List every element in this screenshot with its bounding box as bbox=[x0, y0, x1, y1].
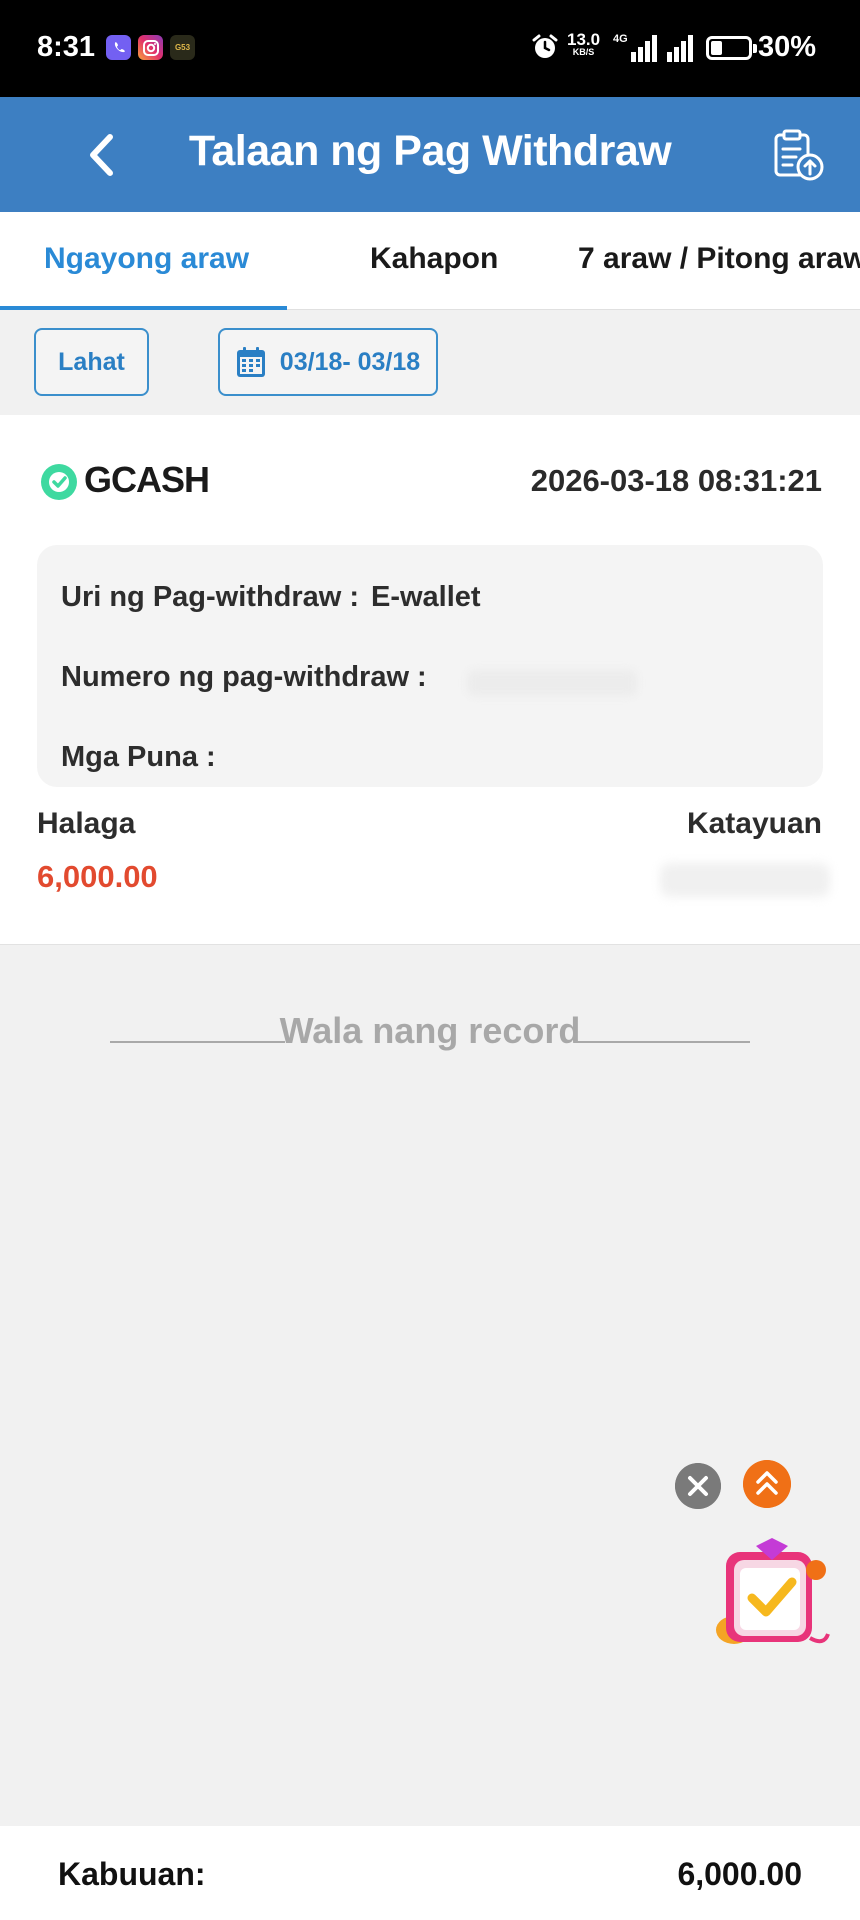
total-footer: Kabuuan: 6,000.00 bbox=[0, 1826, 860, 1920]
close-icon[interactable] bbox=[675, 1463, 721, 1509]
battery-icon bbox=[706, 36, 757, 60]
withdraw-type-row: Uri ng Pag-withdraw : E-wallet bbox=[61, 581, 481, 614]
status-bar: 8:31 G53 13.0 KB/S 4G 30% bbox=[0, 0, 860, 97]
alarm-icon bbox=[532, 34, 558, 58]
amount-value: 6,000.00 bbox=[37, 859, 158, 894]
withdraw-record: GCASH 2026-03-18 08:31:21 Uri ng Pag-wit… bbox=[0, 415, 860, 945]
viber-icon bbox=[106, 35, 131, 60]
status-time: 8:31 bbox=[37, 31, 96, 63]
calendar-icon bbox=[236, 347, 265, 377]
total-value: 6,000.00 bbox=[677, 1856, 802, 1892]
app-header: Talaan ng Pag Withdraw bbox=[0, 97, 860, 212]
page-title: Talaan ng Pag Withdraw bbox=[188, 127, 672, 175]
remarks-row: Mga Puna : bbox=[61, 741, 216, 774]
date-tabs: Ngayong araw Kahapon 7 araw / Pitong ara… bbox=[0, 212, 860, 310]
tab-yesterday[interactable]: Kahapon bbox=[370, 242, 498, 276]
date-range-text: 03/18- 03/18 bbox=[279, 347, 421, 376]
clipboard-upload-icon[interactable] bbox=[770, 127, 828, 185]
status-value-redacted bbox=[660, 863, 830, 897]
withdraw-number-label: Numero ng pag-withdraw : bbox=[61, 661, 427, 693]
withdraw-type-value: E-wallet bbox=[371, 581, 481, 613]
tab-today[interactable]: Ngayong araw bbox=[44, 242, 249, 276]
record-datetime: 2026-03-18 08:31:21 bbox=[530, 463, 822, 498]
filter-all-button[interactable]: Lahat bbox=[34, 328, 149, 396]
instagram-icon bbox=[138, 35, 163, 60]
signal-icon bbox=[631, 35, 657, 62]
withdraw-type-label: Uri ng Pag-withdraw : bbox=[61, 581, 360, 613]
amount-label: Halaga bbox=[37, 807, 136, 840]
withdraw-number-redacted bbox=[467, 670, 637, 696]
daily-checkin-gift-icon[interactable] bbox=[712, 1538, 832, 1656]
filter-bar: Lahat 03/18- 03/18 bbox=[0, 310, 860, 415]
date-range-button[interactable]: 03/18- 03/18 bbox=[218, 328, 438, 396]
remarks-label: Mga Puna : bbox=[61, 741, 216, 773]
total-label: Kabuuan: bbox=[58, 1856, 206, 1892]
withdraw-number-row: Numero ng pag-withdraw : bbox=[61, 661, 427, 694]
battery-level bbox=[711, 41, 722, 55]
tab-seven-days[interactable]: 7 araw / Pitong araw bbox=[578, 242, 860, 276]
record-details: Uri ng Pag-withdraw : E-wallet Numero ng… bbox=[37, 545, 823, 787]
scroll-to-top-icon[interactable] bbox=[743, 1460, 791, 1508]
payment-method: GCASH bbox=[84, 459, 210, 500]
net-speed: 13.0 KB/S bbox=[567, 31, 600, 57]
no-more-records-text: Wala nang record bbox=[279, 1010, 581, 1051]
battery-percent: 30% bbox=[758, 31, 817, 63]
signal-icon bbox=[667, 35, 693, 62]
gcash-logo-icon bbox=[41, 464, 77, 500]
g53-app-icon: G53 bbox=[170, 35, 195, 60]
divider-right bbox=[575, 1041, 750, 1043]
status-label: Katayuan bbox=[686, 807, 822, 840]
